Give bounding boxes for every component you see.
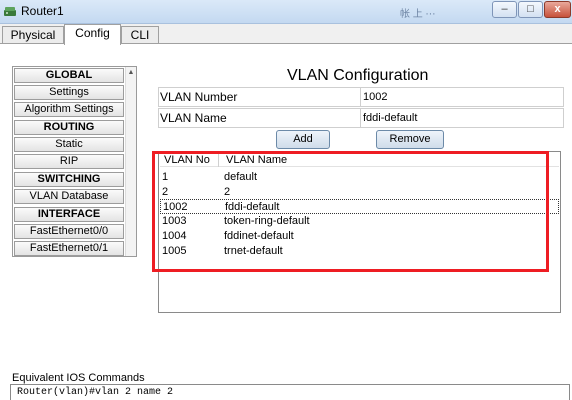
tab-cli[interactable]: CLI bbox=[121, 26, 159, 44]
router-app-icon bbox=[4, 7, 16, 16]
table-row[interactable]: 1004 fddinet-default bbox=[160, 229, 559, 244]
sidebar-item-vlan-database[interactable]: VLAN Database bbox=[14, 189, 124, 204]
cell-vlan-no: 1003 bbox=[162, 215, 187, 227]
scroll-up-arrow-icon[interactable]: ▲ bbox=[127, 69, 135, 77]
vlan-number-input[interactable]: 1002 bbox=[360, 88, 564, 106]
cell-vlan-name: trnet-default bbox=[224, 245, 283, 257]
cell-vlan-name: default bbox=[224, 171, 258, 183]
cell-vlan-name: fddinet-default bbox=[224, 230, 294, 242]
table-header: VLAN No VLAN Name bbox=[160, 153, 559, 167]
add-button[interactable]: Add bbox=[276, 130, 330, 149]
sidebar-header-interface: INTERFACE bbox=[14, 207, 124, 222]
sidebar-header-switching: SWITCHING bbox=[14, 172, 124, 187]
table-row-selected[interactable]: 1002 fddi-default bbox=[160, 199, 559, 214]
cell-vlan-no: 1005 bbox=[162, 245, 187, 257]
column-header-vlan-name[interactable]: VLAN Name bbox=[226, 153, 287, 167]
sidebar-scrollbar[interactable]: ▲ bbox=[125, 67, 136, 256]
ios-commands-label: Equivalent IOS Commands bbox=[12, 372, 145, 384]
tab-physical[interactable]: Physical bbox=[2, 26, 64, 44]
sidebar-item-algorithm-settings[interactable]: Algorithm Settings bbox=[14, 102, 124, 117]
sidebar-list: GLOBAL Settings Algorithm Settings ROUTI… bbox=[14, 67, 124, 256]
close-button[interactable]: x bbox=[544, 1, 571, 18]
table-row[interactable]: 1005 trnet-default bbox=[160, 244, 559, 259]
cell-vlan-no: 2 bbox=[162, 186, 169, 198]
title-bar: Router1 帐 上 ⋯ – □ x bbox=[0, 0, 572, 24]
window-ghost-title: 帐 上 ⋯ bbox=[400, 9, 436, 20]
ios-commands-box[interactable]: Router(vlan)#vlan 2 name 2 bbox=[10, 384, 570, 400]
page-title: VLAN Configuration bbox=[287, 67, 429, 84]
table-row[interactable]: 2 2 bbox=[160, 185, 559, 200]
maximize-button[interactable]: □ bbox=[518, 1, 543, 18]
sidebar-item-fastethernet0-1[interactable]: FastEthernet0/1 bbox=[14, 241, 124, 256]
vlan-name-label: VLAN Name bbox=[160, 111, 227, 125]
sidebar: GLOBAL Settings Algorithm Settings ROUTI… bbox=[12, 66, 137, 257]
window-title: Router1 bbox=[21, 4, 64, 18]
cell-vlan-name: fddi-default bbox=[225, 201, 280, 213]
sidebar-header-routing: ROUTING bbox=[14, 120, 124, 135]
minimize-button[interactable]: – bbox=[492, 1, 517, 18]
cell-vlan-no: 1004 bbox=[162, 230, 187, 242]
sidebar-item-static[interactable]: Static bbox=[14, 137, 124, 152]
table-row[interactable]: 1003 token-ring-default bbox=[160, 214, 559, 229]
table-row[interactable]: 1 default bbox=[160, 170, 559, 185]
vlan-name-input[interactable]: fddi-default bbox=[360, 109, 564, 127]
sidebar-item-rip[interactable]: RIP bbox=[14, 154, 124, 169]
tab-strip: Physical Config CLI bbox=[0, 24, 572, 45]
cell-vlan-no: 1002 bbox=[163, 201, 188, 213]
sidebar-item-fastethernet0-0[interactable]: FastEthernet0/0 bbox=[14, 224, 124, 239]
sidebar-item-settings[interactable]: Settings bbox=[14, 85, 124, 100]
cell-vlan-name: 2 bbox=[224, 186, 231, 198]
cell-vlan-name: token-ring-default bbox=[224, 215, 310, 227]
cell-vlan-no: 1 bbox=[162, 171, 169, 183]
ios-command-text: Router(vlan)#vlan 2 name 2 bbox=[17, 387, 174, 398]
sidebar-header-global: GLOBAL bbox=[14, 68, 124, 83]
vlan-number-label: VLAN Number bbox=[160, 90, 238, 104]
remove-button[interactable]: Remove bbox=[376, 130, 444, 149]
vlan-number-row: VLAN Number 1002 bbox=[158, 87, 564, 107]
vlan-table[interactable]: VLAN No VLAN Name 1 default 2 2 1002 fdd… bbox=[158, 151, 561, 313]
vlan-name-row: VLAN Name fddi-default bbox=[158, 108, 564, 128]
column-header-vlan-no[interactable]: VLAN No bbox=[164, 153, 219, 167]
tab-config[interactable]: Config bbox=[64, 24, 121, 45]
